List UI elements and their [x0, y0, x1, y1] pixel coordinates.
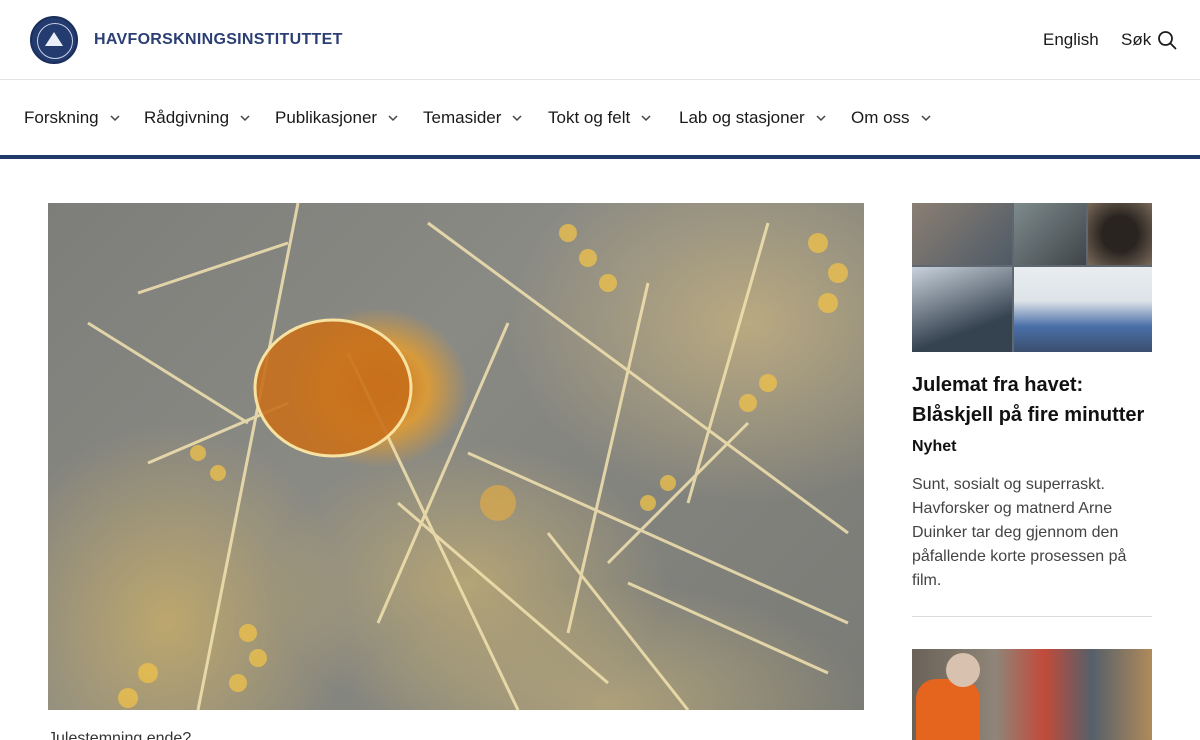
nav-item-lab-og-stasjoner[interactable]: Lab og stasjoner [679, 108, 827, 128]
nav-item-label: Tokt og felt [548, 108, 631, 127]
chevron-down-icon [921, 115, 931, 122]
image-tile [912, 203, 1012, 265]
nav-divider [0, 155, 1200, 159]
main-nav: Forskning Rådgivning Publikasjoner Temas… [0, 81, 1200, 155]
article-title[interactable]: Julemat fra havet: Blåskjell på fire min… [912, 370, 1162, 430]
nav-item-label: Om oss [851, 108, 910, 127]
nav-item-label: Forskning [24, 108, 99, 127]
institute-seal-icon[interactable] [30, 16, 78, 64]
nav-item-om-oss[interactable]: Om oss [851, 108, 932, 128]
article-tag: Nyhet [912, 438, 957, 455]
image-tile [916, 679, 980, 740]
image-tile [1014, 267, 1152, 352]
search-icon [1158, 31, 1177, 50]
hero-image-plankton[interactable] [48, 203, 864, 710]
chevron-down-icon [816, 115, 826, 122]
nav-item-forskning[interactable]: Forskning [24, 108, 121, 128]
article-image-second[interactable] [912, 649, 1152, 740]
article-image-julemat[interactable] [912, 203, 1152, 352]
chevron-down-icon [388, 115, 398, 122]
image-tile [1014, 203, 1086, 265]
search-label: Søk [1121, 30, 1152, 49]
chevron-down-icon [240, 115, 250, 122]
image-tile [912, 267, 1012, 352]
language-link-english[interactable]: English [1043, 30, 1099, 50]
search-button[interactable]: Søk [1121, 30, 1177, 50]
site-brand[interactable]: HAVFORSKNINGSINSTITUTTET [94, 31, 343, 49]
plankton-illustration [87, 203, 849, 710]
nav-item-radgivning[interactable]: Rådgivning [144, 108, 251, 128]
nav-item-label: Temasider [423, 108, 502, 127]
article-summary: Sunt, sosialt og superraskt. Havforsker … [912, 476, 1127, 589]
nav-item-label: Rådgivning [144, 108, 230, 127]
image-tile [946, 653, 980, 687]
chevron-down-icon [641, 115, 651, 122]
site-header: HAVFORSKNINGSINSTITUTTET English Søk [0, 0, 1200, 80]
nav-item-tokt-og-felt[interactable]: Tokt og felt [548, 108, 652, 128]
chevron-down-icon [110, 115, 120, 122]
hero-caption[interactable]: Julestemning ende? [48, 730, 191, 740]
image-tile [1088, 203, 1152, 265]
nav-item-label: Publikasjoner [275, 108, 378, 127]
article-divider [912, 616, 1152, 617]
chevron-down-icon [512, 115, 522, 122]
nav-item-temasider[interactable]: Temasider [423, 108, 523, 128]
nav-item-publikasjoner[interactable]: Publikasjoner [275, 108, 399, 128]
nav-item-label: Lab og stasjoner [679, 108, 805, 127]
